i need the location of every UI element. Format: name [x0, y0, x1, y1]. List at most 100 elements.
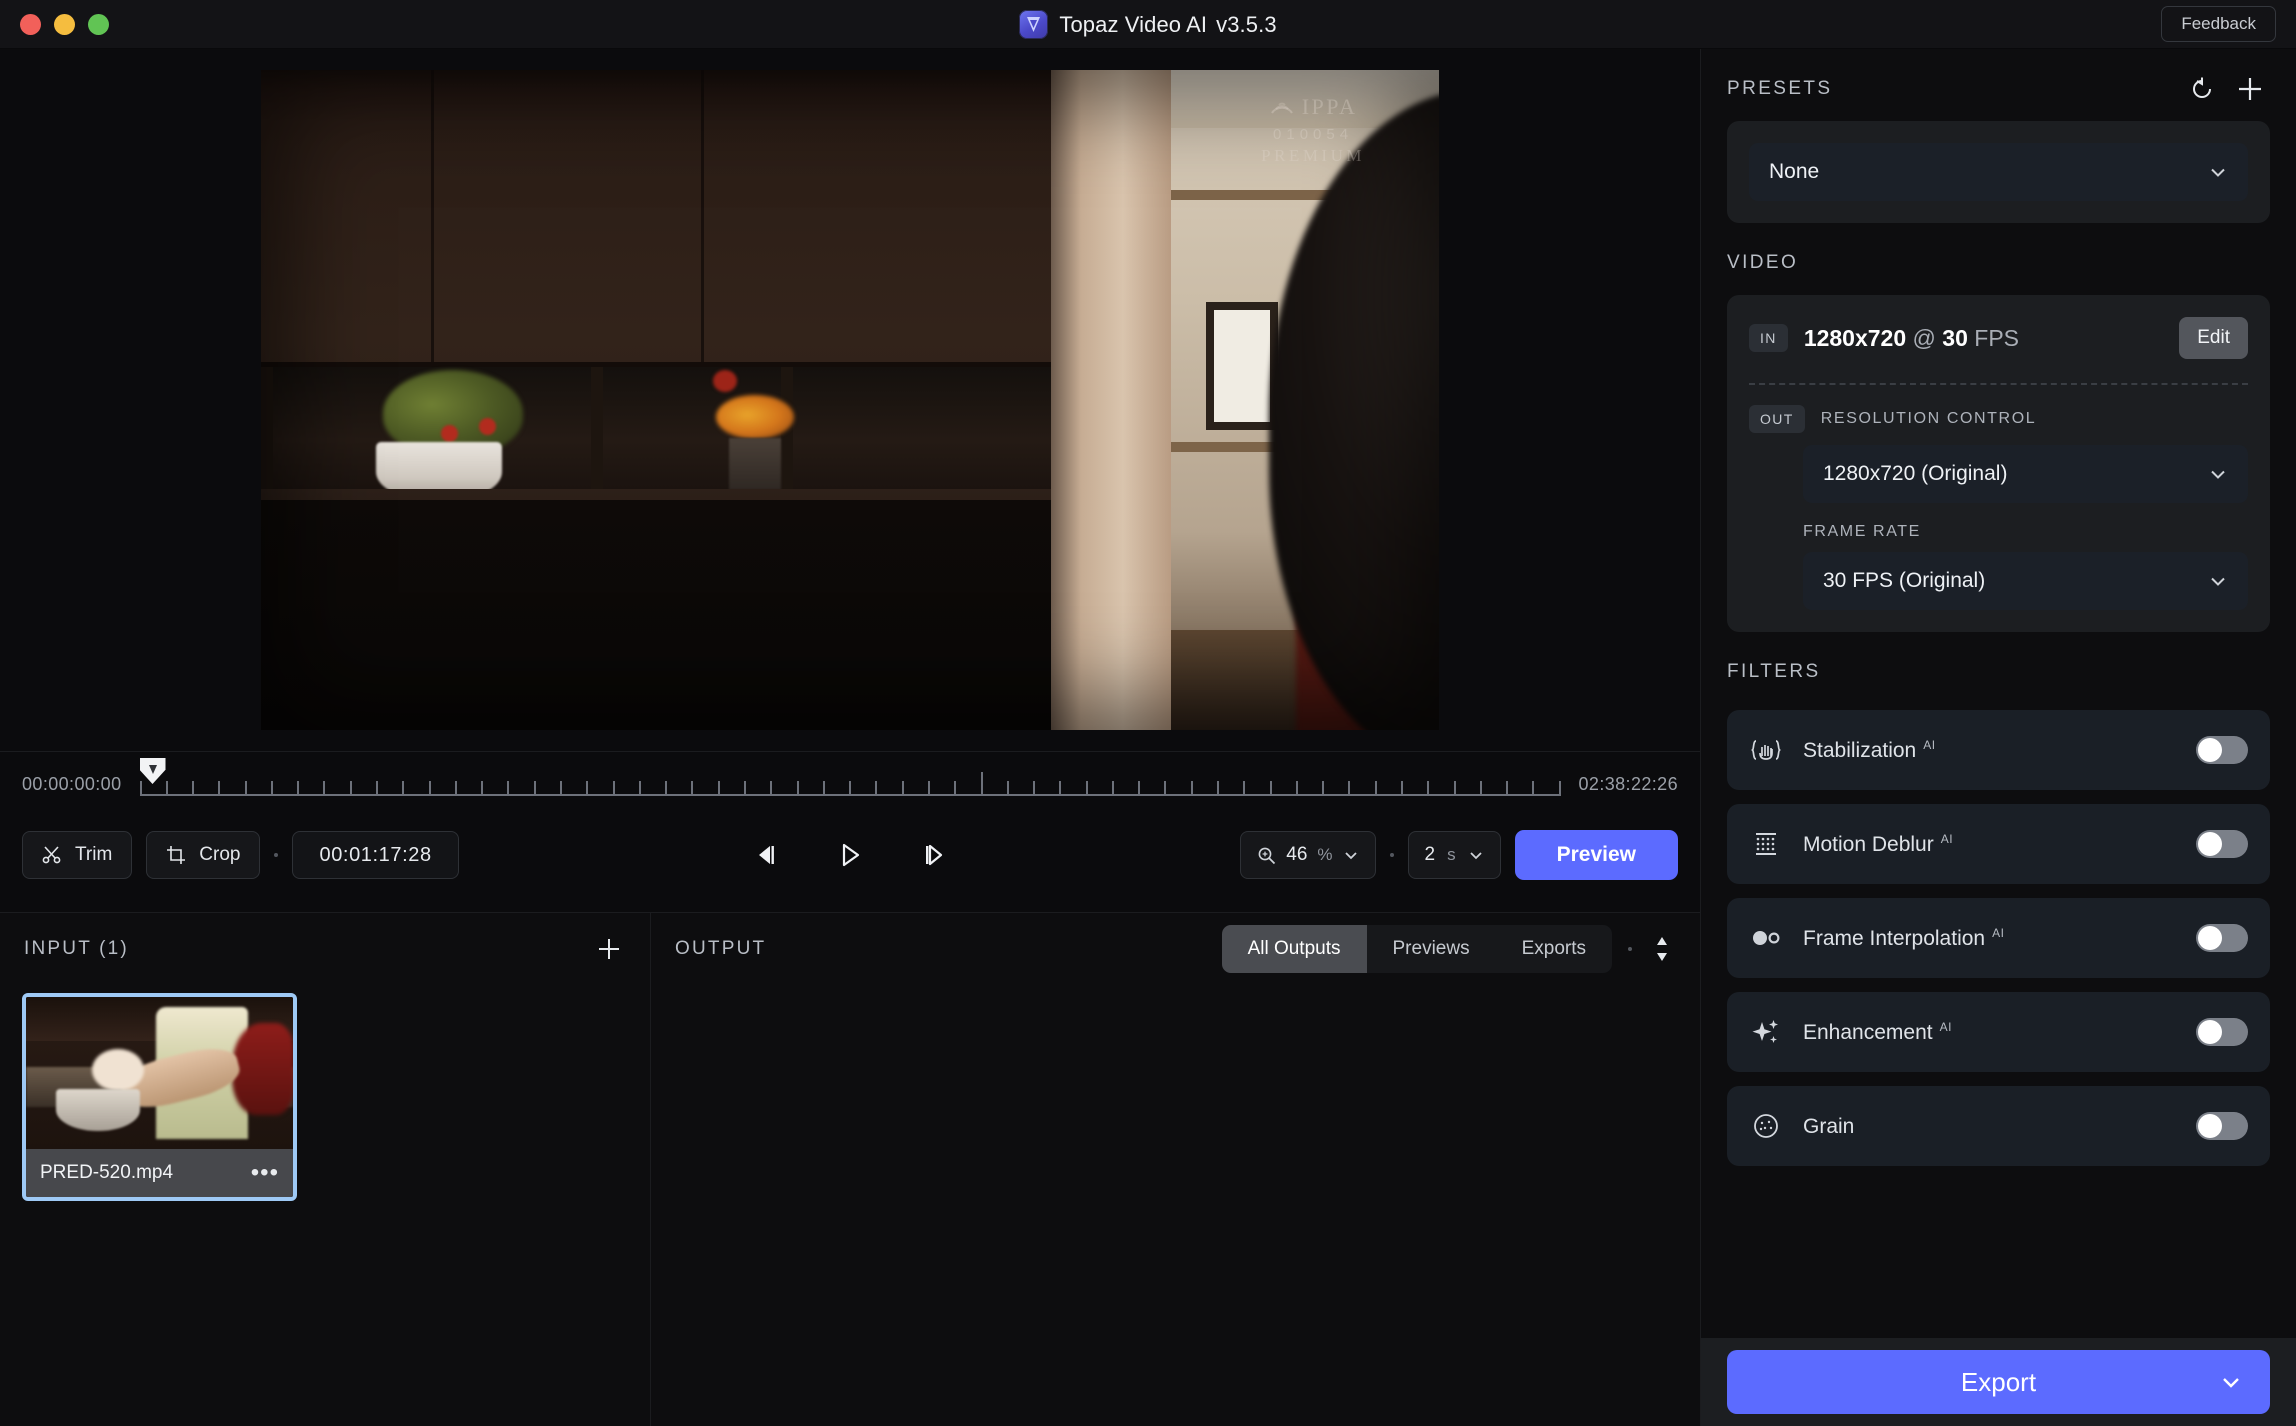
resolution-field-group: 1280x720 (Original) FRAME RATE 30 FPS (O… [1803, 445, 2248, 610]
reset-presets-button[interactable] [2182, 69, 2222, 109]
trim-button[interactable]: Trim [22, 831, 133, 879]
sort-order-button[interactable] [1648, 935, 1676, 963]
add-input-button[interactable] [592, 932, 626, 966]
plus-icon [2236, 75, 2264, 103]
video-title: VIDEO [1727, 252, 1799, 273]
feedback-button[interactable]: Feedback [2161, 6, 2276, 42]
zoom-unit: % [1317, 845, 1333, 864]
filter-label-enhancement: Enhancement AI [1803, 1019, 1952, 1044]
interval-value: 2 [1424, 844, 1436, 865]
timeline-scrubber[interactable] [139, 758, 1561, 804]
playhead-handle[interactable] [139, 758, 166, 796]
step-backward-icon [753, 842, 779, 868]
magnifier-icon [1257, 846, 1276, 865]
input-resolution: 1280x720 [1803, 324, 1907, 351]
tab-exports[interactable]: Exports [1496, 925, 1612, 973]
filters-title: FILTERS [1727, 661, 1821, 682]
add-preset-button[interactable] [2230, 69, 2270, 109]
frame-rate-selector[interactable]: 30 FPS (Original) [1803, 552, 2248, 610]
list-item[interactable]: PRED-520.mp4 ••• [22, 993, 297, 1201]
divider [1749, 383, 2248, 385]
interval-unit: s [1447, 845, 1456, 864]
transport-controls [744, 833, 956, 877]
out-badge: OUT [1749, 405, 1805, 433]
export-bar: Export [1701, 1338, 2296, 1426]
filter-row-frame-interpolation[interactable]: Frame Interpolation AI [1727, 898, 2270, 978]
filter-label-motion-deblur: Motion Deblur AI [1803, 831, 1954, 856]
presets-card: None [1727, 121, 2270, 223]
step-forward-icon [921, 842, 947, 868]
timeline: 00:00:00:00 02:38:22:26 Trim Crop 00:01:… [0, 752, 1700, 912]
preset-value: None [1769, 160, 1820, 183]
output-tabs: All Outputs Previews Exports [1221, 925, 1612, 973]
filter-row-enhancement[interactable]: Enhancement AI [1727, 992, 2270, 1072]
output-panel: OUTPUT All Outputs Previews Exports [651, 913, 1700, 1426]
hand-stabilize-icon [1749, 733, 1783, 767]
filter-label-grain: Grain [1803, 1114, 1855, 1138]
step-back-button[interactable] [744, 833, 788, 877]
tab-previews[interactable]: Previews [1367, 925, 1496, 973]
start-timecode: 00:00:00:00 [22, 773, 122, 794]
filter-row-motion-deblur[interactable]: Motion Deblur AI [1727, 804, 2270, 884]
main-area: IPPA 010054 PREMIUM 00:00:00:00 02:38:22… [0, 49, 2296, 1426]
separator-dot [1389, 853, 1394, 857]
vignette-overlay [261, 70, 1439, 730]
window-controls [0, 13, 109, 35]
export-button[interactable]: Export [1727, 1350, 2270, 1414]
duration-field[interactable]: 00:01:17:28 [292, 831, 459, 879]
edit-input-button[interactable]: Edit [2179, 317, 2248, 359]
close-window-button[interactable] [20, 13, 41, 35]
play-button[interactable] [828, 833, 872, 877]
crop-button[interactable]: Crop [146, 831, 261, 879]
scissors-icon [42, 845, 62, 865]
tab-all-outputs[interactable]: All Outputs [1221, 925, 1367, 973]
file-options-button[interactable]: ••• [251, 1161, 279, 1185]
video-thumbnail [26, 997, 293, 1149]
zoom-level-selector[interactable]: 46 % [1240, 831, 1376, 879]
maximize-window-button[interactable] [88, 13, 109, 35]
chevron-down-icon [2208, 571, 2228, 591]
preview-duration-selector[interactable]: 2 s [1407, 831, 1501, 879]
video-preview-stage[interactable]: IPPA 010054 PREMIUM [0, 49, 1700, 752]
at-symbol: @ [1912, 324, 1936, 351]
filter-row-grain[interactable]: Grain [1727, 1086, 2270, 1166]
refresh-icon [2189, 76, 2215, 102]
grain-icon [1749, 1109, 1783, 1143]
separator-dot [274, 853, 279, 857]
video-header: VIDEO [1701, 231, 2296, 295]
toggle-frame-interpolation[interactable] [2196, 924, 2248, 952]
input-fps: 30 [1942, 324, 1968, 351]
resolution-value: 1280x720 (Original) [1823, 462, 2008, 485]
chevron-down-icon[interactable] [2218, 1369, 2244, 1395]
output-panel-header: OUTPUT All Outputs Previews Exports [651, 913, 1700, 985]
topaz-video-ai-window: Topaz Video AI v3.5.3 Feedback IPPA 0100… [0, 0, 2296, 1426]
filters-header: FILTERS [1701, 640, 2296, 704]
zoom-value: 46 [1286, 844, 1308, 865]
end-timecode: 02:38:22:26 [1578, 773, 1678, 794]
fps-unit: FPS [1974, 324, 2020, 351]
left-column: IPPA 010054 PREMIUM 00:00:00:00 02:38:22… [0, 49, 1700, 1426]
resolution-selector[interactable]: 1280x720 (Original) [1803, 445, 2248, 503]
timeline-ruler[interactable] [139, 772, 1561, 796]
output-panel-title: OUTPUT [675, 938, 767, 959]
video-card: IN 1280x720 @ 30 FPS Edit OUT RESOLUTION… [1727, 295, 2270, 632]
play-icon [837, 842, 863, 868]
app-title: Topaz Video AI v3.5.3 [1059, 11, 1277, 37]
plus-icon [596, 936, 622, 962]
toggle-stabilization[interactable] [2196, 736, 2248, 764]
preview-button[interactable]: Preview [1514, 830, 1678, 880]
input-panel: INPUT (1) PRED-520.mp4 ••• [0, 913, 651, 1426]
filter-label-stabilization: Stabilization AI [1803, 737, 1936, 762]
topaz-logo-icon [1019, 10, 1049, 39]
filter-row-stabilization[interactable]: Stabilization AI [1727, 710, 2270, 790]
toggle-enhancement[interactable] [2196, 1018, 2248, 1046]
output-video-row: OUT RESOLUTION CONTROL [1749, 405, 2248, 433]
toggle-grain[interactable] [2196, 1112, 2248, 1140]
toggle-motion-deblur[interactable] [2196, 830, 2248, 858]
minimize-window-button[interactable] [54, 13, 75, 35]
filter-label-frame-interpolation: Frame Interpolation AI [1803, 925, 2005, 950]
step-forward-button[interactable] [912, 833, 956, 877]
preset-selector[interactable]: None [1749, 143, 2248, 201]
input-video-spec: 1280x720 @ 30 FPS [1804, 325, 2163, 352]
presets-header: PRESETS [1701, 57, 2296, 121]
